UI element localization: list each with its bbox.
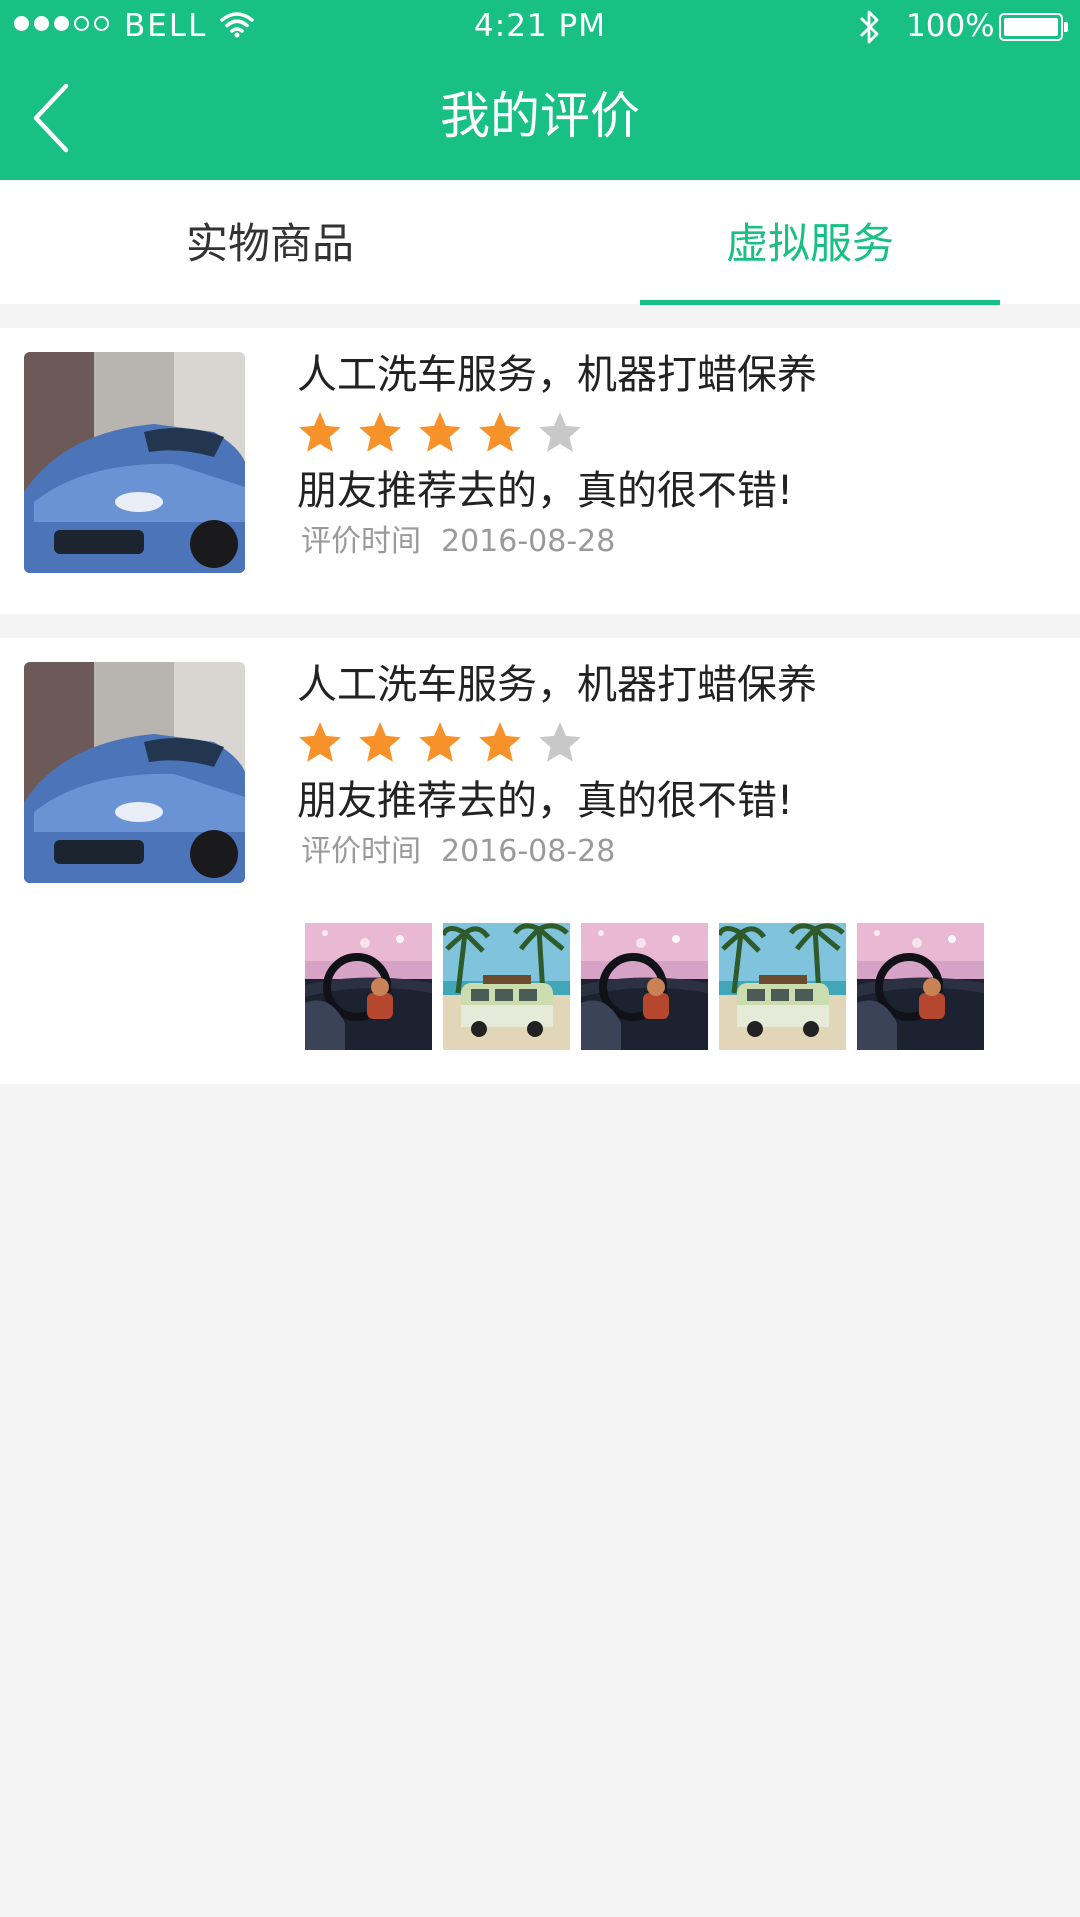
service-thumbnail	[24, 352, 245, 573]
service-thumbnail	[24, 662, 245, 883]
review-photos	[305, 923, 984, 1050]
star-filled-icon	[359, 412, 401, 452]
star-rating	[297, 410, 1057, 456]
tab-virtual-services[interactable]: 虚拟服务	[540, 180, 1080, 304]
star-filled-icon	[299, 722, 341, 762]
star-filled-icon	[479, 722, 521, 762]
car-interior-photo[interactable]	[305, 923, 432, 1050]
star-empty-icon	[539, 412, 581, 452]
star-filled-icon	[419, 412, 461, 452]
review-meta: 评价时间 2016-08-28	[297, 520, 1057, 564]
star-empty-icon	[539, 722, 581, 762]
review-card[interactable]: 人工洗车服务，机器打蜡保养 朋友推荐去的，真的很不错! 评价时间 2016-08-…	[0, 328, 1080, 614]
star-filled-icon	[479, 412, 521, 452]
bluetooth-icon	[855, 8, 885, 50]
car-interior-photo[interactable]	[857, 923, 984, 1050]
page-title: 我的评价	[440, 87, 640, 145]
beach-van-photo[interactable]	[443, 923, 570, 1050]
review-body: 人工洗车服务，机器打蜡保养 朋友推荐去的，真的很不错! 评价时间 2016-08-…	[297, 348, 1057, 564]
app-header: BELL 4:21 PM 100% 我的评价	[0, 0, 1080, 180]
tab-label: 实物商品	[185, 219, 354, 268]
review-time-label: 评价时间	[301, 834, 421, 869]
review-date: 2016-08-28	[441, 834, 616, 869]
battery-percentage: 100%	[906, 8, 995, 44]
battery-nub	[1064, 22, 1068, 32]
tab-physical-goods[interactable]: 实物商品	[0, 180, 540, 304]
star-filled-icon	[419, 722, 461, 762]
status-bar: BELL 4:21 PM 100%	[0, 0, 1080, 52]
review-time-label: 评价时间	[301, 524, 421, 559]
star-filled-icon	[299, 412, 341, 452]
review-comment: 朋友推荐去的，真的很不错!	[297, 468, 794, 514]
service-title: 人工洗车服务，机器打蜡保养	[297, 662, 817, 708]
review-date: 2016-08-28	[441, 524, 616, 559]
star-rating	[297, 720, 1057, 766]
tab-bar: 实物商品 虚拟服务	[0, 180, 1080, 305]
battery-icon	[999, 13, 1068, 41]
service-title: 人工洗车服务，机器打蜡保养	[297, 352, 817, 398]
tab-label: 虚拟服务	[725, 219, 894, 268]
review-comment: 朋友推荐去的，真的很不错!	[297, 778, 794, 824]
review-body: 人工洗车服务，机器打蜡保养 朋友推荐去的，真的很不错! 评价时间 2016-08-…	[297, 658, 1057, 874]
battery-level	[1004, 18, 1058, 36]
star-filled-icon	[359, 722, 401, 762]
review-meta: 评价时间 2016-08-28	[297, 830, 1057, 874]
beach-van-photo[interactable]	[719, 923, 846, 1050]
active-tab-indicator	[640, 300, 1000, 305]
car-interior-photo[interactable]	[581, 923, 708, 1050]
review-card[interactable]: 人工洗车服务，机器打蜡保养 朋友推荐去的，真的很不错! 评价时间 2016-08-…	[0, 638, 1080, 1084]
